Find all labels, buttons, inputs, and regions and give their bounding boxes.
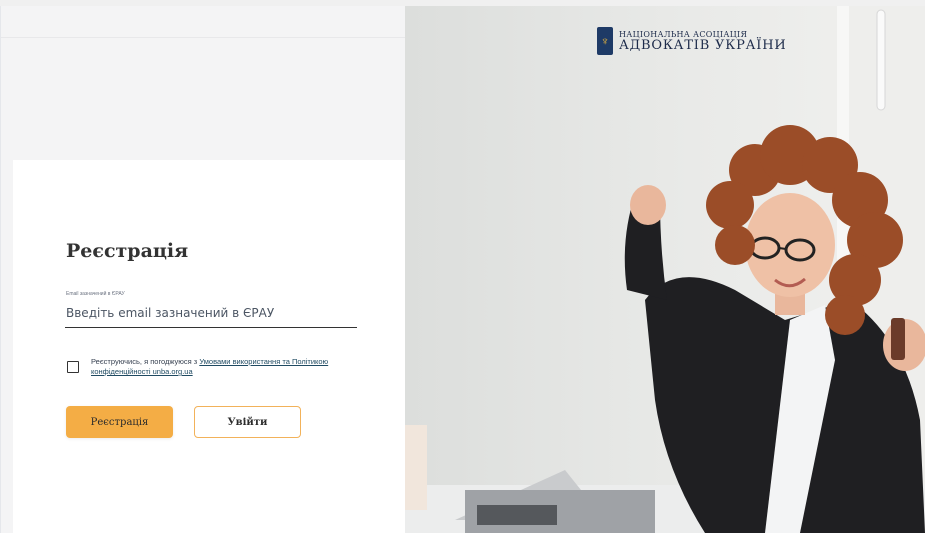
registration-card: Реєстрація Email зазначений в ЄРАУ Реєст… xyxy=(13,160,406,533)
email-input[interactable] xyxy=(65,298,357,328)
trident-icon: ♆ xyxy=(597,27,613,55)
top-strip xyxy=(1,0,406,38)
consent-text: Реєструючись, я погоджуюся з Умовами вик… xyxy=(91,357,371,377)
consent-checkbox[interactable] xyxy=(67,361,79,373)
brand-line-2: АДВОКАТІВ УКРАЇНИ xyxy=(619,37,787,53)
email-label: Email зазначений в ЄРАУ xyxy=(66,291,125,297)
hero-image: ♆ НАЦІОНАЛЬНА АСОЦІАЦІЯ АДВОКАТІВ УКРАЇН… xyxy=(405,0,925,533)
consent-prefix: Реєструючись, я погоджуюся з xyxy=(91,357,200,366)
register-button[interactable]: Реєстрація xyxy=(66,406,173,438)
page-title: Реєстрація xyxy=(66,240,189,262)
registration-panel: Реєстрація Email зазначений в ЄРАУ Реєст… xyxy=(0,0,406,533)
brand-logo: ♆ НАЦІОНАЛЬНА АСОЦІАЦІЯ АДВОКАТІВ УКРАЇН… xyxy=(597,27,786,55)
brand-name: НАЦІОНАЛЬНА АСОЦІАЦІЯ АДВОКАТІВ УКРАЇНИ xyxy=(619,30,786,53)
hero-photo-illustration xyxy=(405,0,925,533)
login-button[interactable]: Увійти xyxy=(194,406,301,438)
